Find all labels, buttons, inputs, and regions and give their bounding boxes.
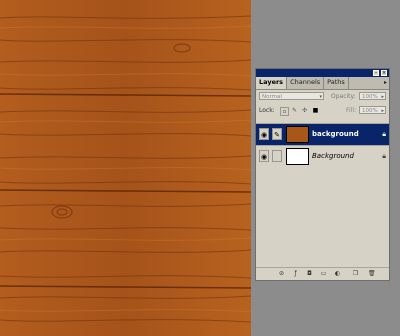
palette-footer: ⊘ ƒ ◘ ▭ ◐ ❐ 🗑︎ [256, 267, 389, 280]
lock-label: Lock: [259, 107, 275, 114]
visibility-eye-icon[interactable]: ◉ [259, 150, 269, 162]
fill-field[interactable]: 100% ▸ [359, 106, 386, 114]
tab-layers[interactable]: Layers [256, 77, 288, 89]
brush-icon[interactable]: ✎ [272, 128, 282, 140]
layer-row-background-copy[interactable]: ◉ ✎ background 🔒︎ [256, 123, 389, 145]
minimize-icon[interactable]: – [373, 70, 379, 76]
palette-titlebar[interactable]: – × [256, 69, 389, 77]
chevron-down-icon: ▾ [319, 94, 322, 100]
layer-thumbnail-wood [286, 126, 309, 143]
palette-tabs: Layers Channels Paths ▸ [256, 77, 389, 90]
fill-value: 100% [362, 108, 378, 114]
layer-name[interactable]: background [312, 130, 359, 138]
wood-texture-image [0, 0, 251, 336]
lock-icon: 🔒︎ [382, 130, 386, 138]
fill-label: Fill: [346, 107, 357, 114]
lock-brush-icon[interactable]: ✎ [291, 107, 298, 114]
blend-mode-select[interactable]: Normal ▾ [259, 92, 324, 100]
chevron-right-icon: ▸ [381, 108, 384, 114]
layer-row-background[interactable]: ◉ Background 🔒︎ [256, 145, 389, 167]
new-layer-icon[interactable]: ❐ [352, 270, 359, 277]
lock-all-icon[interactable]: ■ [312, 107, 319, 114]
new-set-icon[interactable]: ▭ [320, 270, 327, 277]
visibility-eye-icon[interactable]: ◉ [259, 128, 269, 140]
link-icon[interactable]: ⊘ [278, 270, 285, 277]
trash-icon[interactable]: 🗑︎ [368, 270, 376, 277]
opacity-value: 100% [362, 94, 378, 100]
layer-style-icon[interactable]: ƒ [292, 270, 299, 277]
opacity-label: Opacity: [331, 93, 356, 100]
lock-icon: 🔒︎ [382, 152, 386, 160]
adjustment-layer-icon[interactable]: ◐ [334, 270, 341, 277]
close-icon[interactable]: × [381, 70, 387, 76]
chevron-right-icon: ▸ [381, 94, 384, 100]
document-canvas[interactable] [0, 0, 251, 336]
layers-palette: – × Layers Channels Paths ▸ Normal ▾ Opa… [255, 68, 390, 281]
tab-paths[interactable]: Paths [324, 77, 349, 89]
layer-name[interactable]: Background [312, 152, 354, 160]
brush-slot[interactable] [272, 150, 282, 162]
palette-menu-icon[interactable]: ▸ [384, 79, 387, 86]
layer-thumbnail-white [286, 148, 309, 165]
blend-row: Normal ▾ Opacity: 100% ▸ [256, 90, 389, 104]
lock-transparency-icon[interactable]: ▫ [280, 107, 289, 116]
mask-icon[interactable]: ◘ [306, 270, 313, 277]
lock-move-icon[interactable]: ✣ [301, 107, 308, 114]
lock-row: Lock: ▫ ✎ ✣ ■ Fill: 100% ▸ [256, 104, 389, 118]
tab-channels[interactable]: Channels [287, 77, 325, 89]
opacity-field[interactable]: 100% ▸ [359, 92, 386, 100]
blend-mode-value: Normal [262, 94, 282, 100]
